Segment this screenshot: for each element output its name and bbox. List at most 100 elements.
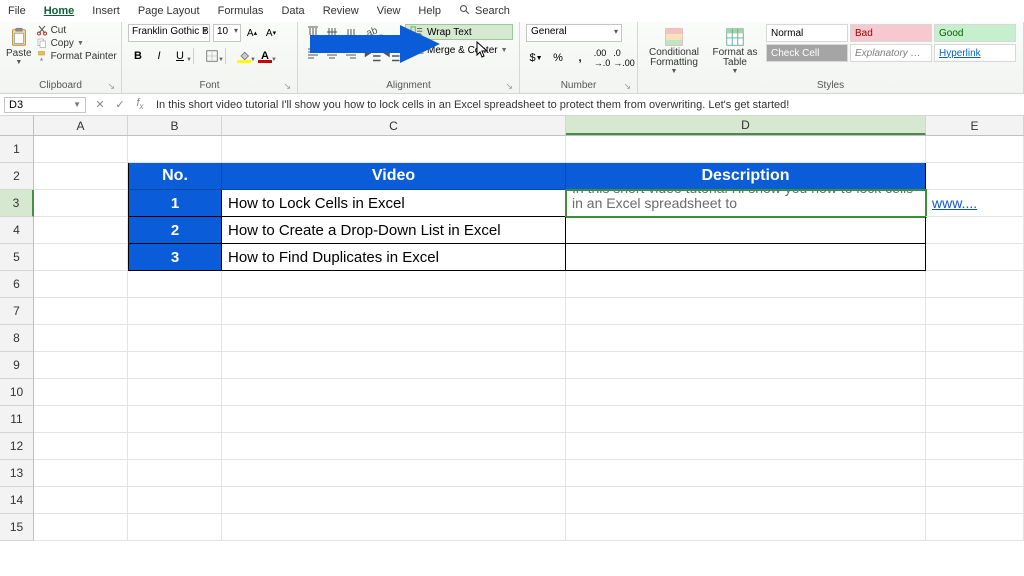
menu-item-data[interactable]: Data xyxy=(281,5,304,17)
decrease-decimal-button[interactable]: .0→.00 xyxy=(614,49,634,67)
cell[interactable] xyxy=(566,433,926,460)
column-header[interactable]: D xyxy=(566,116,926,135)
cell[interactable] xyxy=(222,325,566,352)
comma-format-button[interactable]: , xyxy=(570,49,590,67)
percent-format-button[interactable]: % xyxy=(548,49,568,67)
cell[interactable] xyxy=(128,352,222,379)
row-header[interactable]: 13 xyxy=(0,460,34,487)
bold-button[interactable]: B xyxy=(128,47,148,65)
cell[interactable] xyxy=(566,487,926,514)
cell[interactable] xyxy=(128,379,222,406)
cell[interactable] xyxy=(128,514,222,541)
cut-button[interactable]: Cut xyxy=(36,24,117,36)
style-cell[interactable]: Check Cell xyxy=(766,44,848,62)
cell[interactable]: How to Find Duplicates in Excel xyxy=(222,244,566,271)
row-header[interactable]: 14 xyxy=(0,487,34,514)
cell[interactable] xyxy=(34,433,128,460)
cell[interactable] xyxy=(34,487,128,514)
cell[interactable] xyxy=(926,163,1024,190)
paste-button[interactable]: Paste ▼ xyxy=(6,24,32,66)
cell[interactable] xyxy=(222,487,566,514)
cell[interactable] xyxy=(566,379,926,406)
cell[interactable] xyxy=(34,406,128,433)
cancel-formula-button[interactable]: ✕ xyxy=(90,96,110,114)
row-header[interactable]: 6 xyxy=(0,271,34,298)
cell[interactable] xyxy=(926,298,1024,325)
cell[interactable] xyxy=(34,325,128,352)
search-menu[interactable]: Search xyxy=(459,4,510,19)
style-cell[interactable]: Explanatory … xyxy=(850,44,932,62)
menu-item-insert[interactable]: Insert xyxy=(92,5,120,17)
row-header[interactable]: 1 xyxy=(0,136,34,163)
row-header[interactable]: 5 xyxy=(0,244,34,271)
accounting-format-button[interactable]: $▼ xyxy=(526,49,546,67)
cell[interactable] xyxy=(566,352,926,379)
cell[interactable]: www.... xyxy=(926,190,1024,217)
cell[interactable] xyxy=(222,460,566,487)
menu-item-page-layout[interactable]: Page Layout xyxy=(138,5,200,17)
cell[interactable] xyxy=(926,244,1024,271)
cell[interactable] xyxy=(222,433,566,460)
cell[interactable]: Video xyxy=(222,163,566,190)
cell[interactable] xyxy=(222,136,566,163)
cell[interactable] xyxy=(926,460,1024,487)
menu-item-help[interactable]: Help xyxy=(418,5,441,17)
cell[interactable] xyxy=(926,325,1024,352)
number-format-select[interactable]: General xyxy=(526,24,622,42)
cell[interactable]: 3 xyxy=(128,244,222,271)
cell[interactable] xyxy=(34,298,128,325)
cell[interactable]: 2 xyxy=(128,217,222,244)
column-header[interactable]: A xyxy=(34,116,128,135)
cell[interactable] xyxy=(128,406,222,433)
cell[interactable] xyxy=(566,244,926,271)
copy-button[interactable]: Copy▼ xyxy=(36,37,117,49)
cell[interactable] xyxy=(926,514,1024,541)
increase-decimal-button[interactable]: .00→.0 xyxy=(592,49,612,67)
cell[interactable]: In this short video tutorial I'll show y… xyxy=(566,190,926,217)
menu-item-view[interactable]: View xyxy=(377,5,401,17)
cell[interactable] xyxy=(128,487,222,514)
cell[interactable] xyxy=(34,244,128,271)
cell[interactable] xyxy=(566,136,926,163)
menu-item-review[interactable]: Review xyxy=(323,5,359,17)
menu-item-formulas[interactable]: Formulas xyxy=(218,5,264,17)
cell[interactable] xyxy=(34,379,128,406)
cell[interactable] xyxy=(566,406,926,433)
cell[interactable] xyxy=(34,163,128,190)
font-name-select[interactable]: Franklin Gothic B xyxy=(128,24,210,42)
cell[interactable] xyxy=(222,271,566,298)
cell[interactable] xyxy=(222,298,566,325)
number-launcher-icon[interactable]: ↘ xyxy=(623,81,631,92)
cell[interactable]: No. xyxy=(128,163,222,190)
style-cell[interactable]: Hyperlink xyxy=(934,44,1016,62)
cell-styles-gallery[interactable]: NormalBadGoodCheck CellExplanatory …Hype… xyxy=(766,24,1016,62)
column-header[interactable]: E xyxy=(926,116,1024,135)
cell[interactable] xyxy=(926,271,1024,298)
cell[interactable]: How to Lock Cells in Excel xyxy=(222,190,566,217)
cell[interactable] xyxy=(566,298,926,325)
column-header[interactable]: B xyxy=(128,116,222,135)
cell[interactable] xyxy=(34,190,128,217)
row-header[interactable]: 12 xyxy=(0,433,34,460)
cell[interactable] xyxy=(222,379,566,406)
enter-formula-button[interactable]: ✓ xyxy=(110,96,130,114)
cell[interactable]: Description xyxy=(566,163,926,190)
italic-button[interactable]: I xyxy=(149,47,169,65)
cell[interactable] xyxy=(222,352,566,379)
cell[interactable] xyxy=(34,136,128,163)
cell[interactable] xyxy=(128,325,222,352)
row-header[interactable]: 2 xyxy=(0,163,34,190)
cell[interactable] xyxy=(566,325,926,352)
cell[interactable] xyxy=(34,460,128,487)
cell[interactable] xyxy=(128,136,222,163)
font-size-select[interactable]: 10 xyxy=(213,24,241,42)
fill-color-button[interactable]: ▼ xyxy=(234,47,254,65)
format-as-table-button[interactable]: Format as Table▼ xyxy=(708,24,762,75)
cell[interactable] xyxy=(926,487,1024,514)
row-header[interactable]: 15 xyxy=(0,514,34,541)
style-cell[interactable]: Normal xyxy=(766,24,848,42)
cell[interactable] xyxy=(128,271,222,298)
menu-item-file[interactable]: File xyxy=(8,5,26,17)
font-launcher-icon[interactable]: ↘ xyxy=(283,81,291,92)
row-header[interactable]: 7 xyxy=(0,298,34,325)
